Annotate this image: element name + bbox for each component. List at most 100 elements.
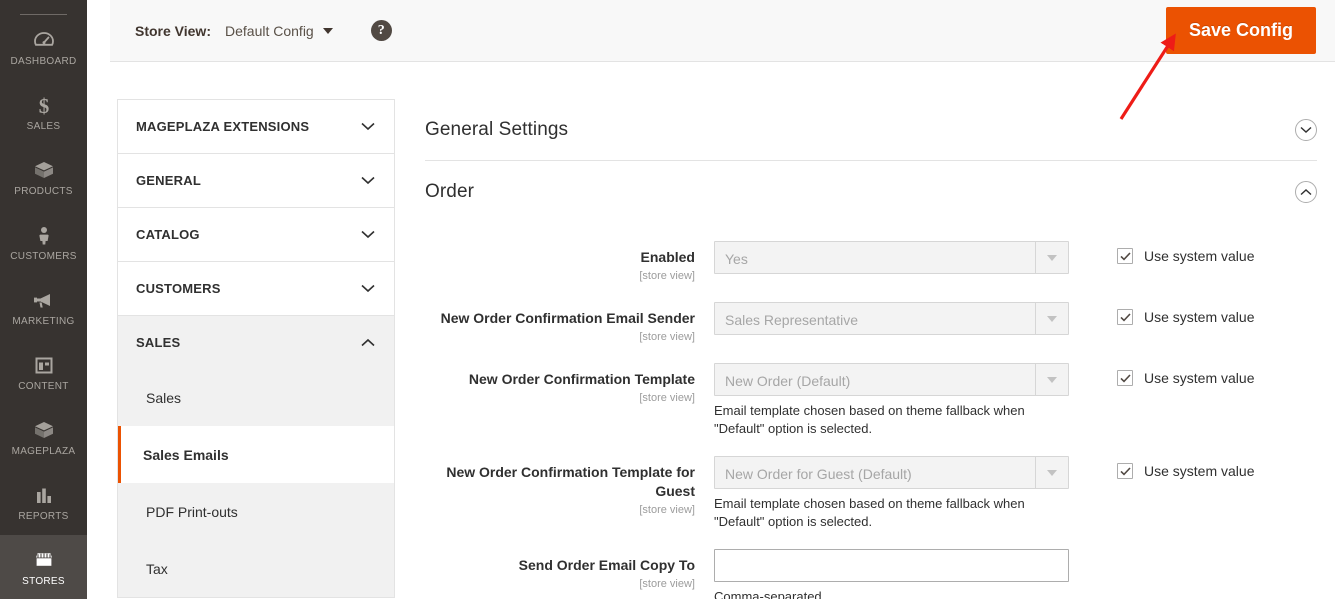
field-note: Comma-separated — [714, 588, 1044, 599]
field-label: New Order Confirmation Template — [425, 370, 695, 389]
sidebar-item-stores[interactable]: STORES — [0, 535, 87, 599]
sidebar-item-label: MAGEPLAZA — [12, 446, 76, 457]
send-order-email-copy-to-input[interactable] — [714, 549, 1069, 582]
products-box-icon — [31, 158, 57, 182]
field-scope: [store view] — [425, 390, 695, 406]
field-control-wrapper: New Order for Guest (Default) Email temp… — [714, 456, 1069, 531]
config-section-title: GENERAL — [136, 173, 201, 188]
select-toggle[interactable] — [1035, 242, 1068, 273]
sidebar-item-label: SALES — [27, 121, 61, 132]
sidebar-item-label: CUSTOMERS — [10, 251, 76, 262]
new-order-confirmation-template-select[interactable]: New Order (Default) — [714, 363, 1069, 396]
sidebar-item-reports[interactable]: REPORTS — [0, 470, 87, 535]
use-system-value-label: Use system value — [1144, 370, 1254, 386]
field-label: Send Order Email Copy To — [425, 556, 695, 575]
chevron-down-icon — [323, 28, 333, 34]
select-value: New Order for Guest (Default) — [725, 457, 1028, 490]
config-section-header[interactable]: MAGEPLAZA EXTENSIONS — [118, 100, 394, 153]
new-order-confirmation-email-sender-select[interactable]: Sales Representative — [714, 302, 1069, 335]
sidebar-item-sales[interactable]: $ SALES — [0, 80, 87, 145]
field-label-wrapper: Send Order Email Copy To [store view] — [425, 549, 714, 592]
config-section-customers: CUSTOMERS — [117, 261, 395, 315]
config-link-sales-emails[interactable]: Sales Emails — [118, 426, 394, 483]
field-row-send-order-email-copy-to: Send Order Email Copy To [store view] Co… — [425, 531, 1317, 599]
fieldset-order-header[interactable]: Order — [425, 161, 1317, 223]
select-toggle[interactable] — [1035, 364, 1068, 395]
use-system-value-checkbox[interactable] — [1117, 309, 1133, 325]
config-link-sales[interactable]: Sales — [118, 369, 394, 426]
sidebar-item-dashboard[interactable]: DASHBOARD — [0, 15, 87, 80]
use-system-value-checkbox[interactable] — [1117, 463, 1133, 479]
use-system-value-checkbox[interactable] — [1117, 248, 1133, 264]
field-note: Email template chosen based on theme fal… — [714, 495, 1044, 531]
sidebar-item-content[interactable]: CONTENT — [0, 340, 87, 405]
mageplaza-box-icon — [31, 418, 57, 442]
sidebar-item-label: MARKETING — [12, 316, 74, 327]
select-value: Yes — [725, 242, 1028, 275]
caret-down-icon — [1047, 470, 1057, 476]
use-system-value-wrapper: Use system value — [1069, 363, 1309, 386]
dashboard-icon — [31, 28, 57, 52]
config-section-title: MAGEPLAZA EXTENSIONS — [136, 119, 309, 134]
config-section-title: CUSTOMERS — [136, 281, 221, 296]
store-view-dropdown[interactable]: Default Config — [225, 23, 333, 39]
admin-sidebar: DASHBOARD $ SALES PRODUCTS CUSTOMERS MAR… — [0, 0, 87, 599]
chevron-down-circle-icon[interactable] — [1295, 119, 1317, 141]
fieldset-title: Order — [425, 181, 474, 203]
config-content: General Settings Order Enabled [store vi… — [425, 99, 1317, 599]
use-system-value-wrapper: Use system value — [1069, 456, 1309, 479]
sidebar-item-label: PRODUCTS — [14, 186, 73, 197]
sidebar-item-mageplaza[interactable]: MAGEPLAZA — [0, 405, 87, 470]
config-link-pdf-print-outs[interactable]: PDF Print-outs — [118, 483, 394, 540]
reports-bars-icon — [31, 483, 57, 507]
select-toggle[interactable] — [1035, 303, 1068, 334]
field-control-wrapper: New Order (Default) Email template chose… — [714, 363, 1069, 438]
config-link-tax[interactable]: Tax — [118, 540, 394, 597]
chevron-down-icon — [361, 230, 375, 239]
config-section-catalog: CATALOG — [117, 207, 395, 261]
config-section-links: Sales Sales Emails PDF Print-outs Tax — [118, 369, 394, 597]
field-control-wrapper: Comma-separated — [714, 549, 1069, 599]
field-label-wrapper: New Order Confirmation Template for Gues… — [425, 456, 714, 518]
use-system-value-checkbox[interactable] — [1117, 370, 1133, 386]
use-system-value-label: Use system value — [1144, 248, 1254, 264]
sidebar-item-label: STORES — [22, 576, 65, 587]
field-row-new-order-confirmation-template-for-guest: New Order Confirmation Template for Gues… — [425, 438, 1317, 531]
store-view-label: Store View: — [135, 23, 211, 39]
use-system-value-wrapper — [1069, 549, 1309, 556]
sidebar-item-marketing[interactable]: MARKETING — [0, 275, 87, 340]
field-note: Email template chosen based on theme fal… — [714, 402, 1044, 438]
question-mark-icon[interactable]: ? — [371, 20, 392, 41]
chevron-up-circle-icon[interactable] — [1295, 181, 1317, 203]
admin-config-page: DASHBOARD $ SALES PRODUCTS CUSTOMERS MAR… — [0, 0, 1335, 599]
new-order-confirmation-template-for-guest-select[interactable]: New Order for Guest (Default) — [714, 456, 1069, 489]
field-row-enabled: Enabled [store view] Yes Use system valu… — [425, 223, 1317, 284]
field-scope: [store view] — [425, 329, 695, 345]
content-layout-icon — [31, 353, 57, 377]
field-row-new-order-confirmation-template: New Order Confirmation Template [store v… — [425, 345, 1317, 438]
store-view-switcher: Store View: Default Config ? — [135, 20, 392, 41]
config-section-header[interactable]: CATALOG — [118, 208, 394, 261]
enabled-select[interactable]: Yes — [714, 241, 1069, 274]
sidebar-item-label: CONTENT — [18, 381, 68, 392]
chevron-down-icon — [361, 284, 375, 293]
config-section-header[interactable]: GENERAL — [118, 154, 394, 207]
config-section-header[interactable]: SALES — [118, 316, 394, 369]
config-section-sales: SALES Sales Sales Emails PDF Print-outs … — [117, 315, 395, 598]
caret-down-icon — [1047, 316, 1057, 322]
field-label-wrapper: New Order Confirmation Template [store v… — [425, 363, 714, 406]
sidebar-item-customers[interactable]: CUSTOMERS — [0, 210, 87, 275]
use-system-value-wrapper: Use system value — [1069, 302, 1309, 325]
config-section-header[interactable]: CUSTOMERS — [118, 262, 394, 315]
save-config-button[interactable]: Save Config — [1166, 7, 1316, 54]
field-label: Enabled — [425, 248, 695, 267]
chevron-down-icon — [361, 176, 375, 185]
store-view-value: Default Config — [225, 23, 314, 39]
chevron-up-icon — [361, 338, 375, 347]
select-toggle[interactable] — [1035, 457, 1068, 488]
marketing-megaphone-icon — [31, 288, 57, 312]
sidebar-item-products[interactable]: PRODUCTS — [0, 145, 87, 210]
select-value: Sales Representative — [725, 303, 1028, 336]
chevron-down-icon — [361, 122, 375, 131]
fieldset-general-settings-header[interactable]: General Settings — [425, 99, 1317, 161]
